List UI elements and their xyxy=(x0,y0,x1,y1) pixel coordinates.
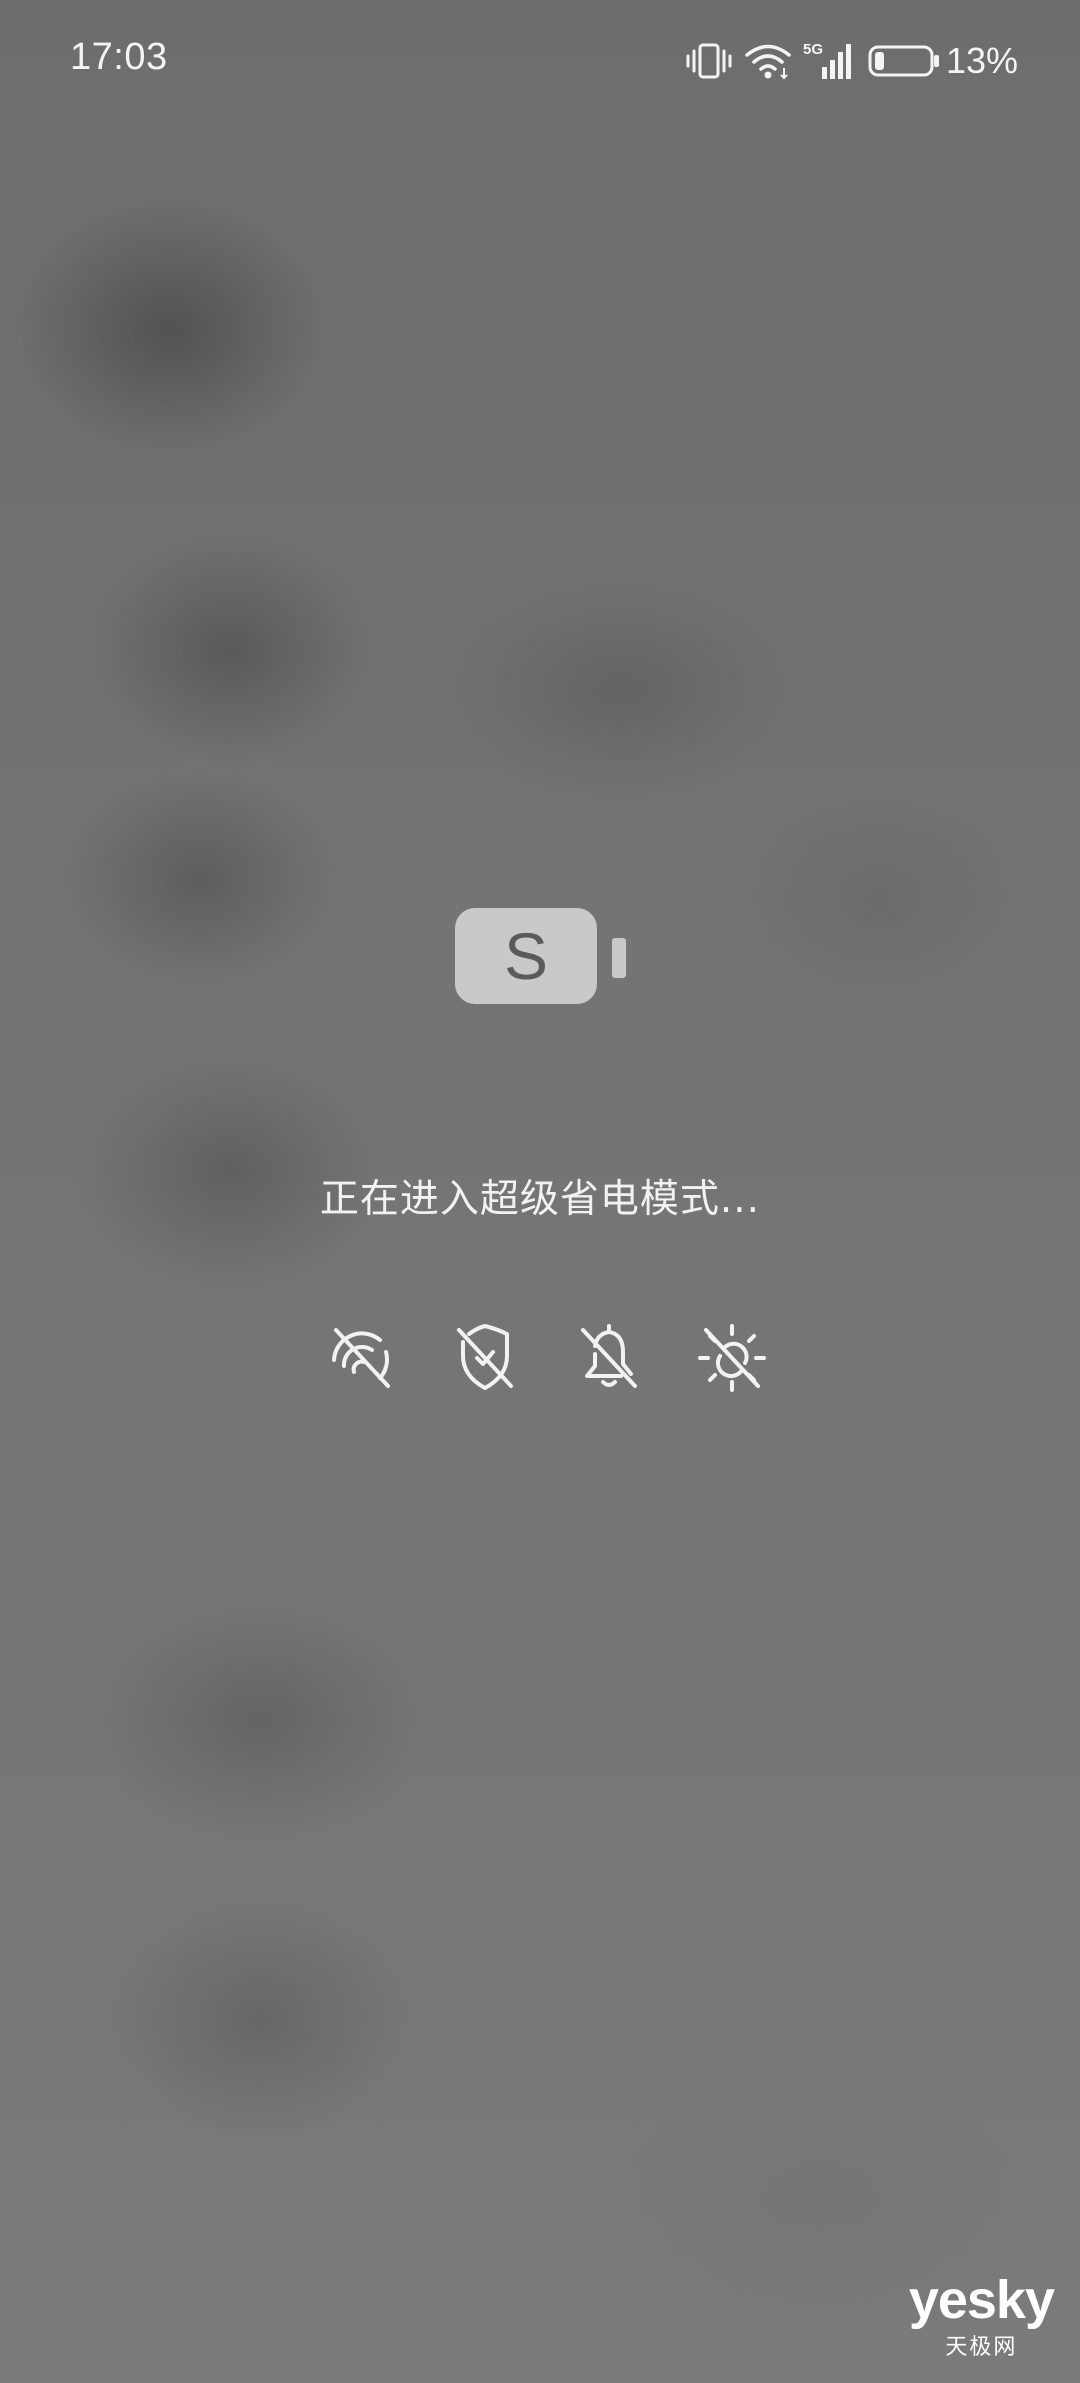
saver-badge-tip xyxy=(612,938,626,978)
wifi-icon xyxy=(744,41,792,81)
cellular-5g-icon: 5G xyxy=(802,39,854,83)
status-bar: 17:03 5G 13% xyxy=(0,0,1080,120)
notifications-off-icon xyxy=(569,1318,649,1398)
battery-percent: 13% xyxy=(945,40,1018,81)
yesky-watermark: yesky 天极网 xyxy=(908,2270,1055,2361)
svg-text:5G: 5G xyxy=(803,41,823,58)
battery-icon xyxy=(868,43,940,79)
location-off-icon xyxy=(322,1318,402,1398)
super-power-saving-icon: S xyxy=(455,908,597,1004)
disabled-features-row xyxy=(322,1318,772,1398)
entering-super-saver-message: 正在进入超级省电模式... xyxy=(319,1177,761,1222)
watermark-logo: yesky xyxy=(908,2270,1055,2330)
saver-badge-letter: S xyxy=(503,919,549,993)
status-time: 17:03 xyxy=(70,36,168,78)
brightness-off-icon xyxy=(692,1318,772,1398)
status-icons: 5G 13% xyxy=(686,38,1018,84)
watermark-subtitle: 天极网 xyxy=(945,2335,1018,2360)
security-off-icon xyxy=(445,1318,525,1398)
vibrate-icon xyxy=(686,39,732,83)
